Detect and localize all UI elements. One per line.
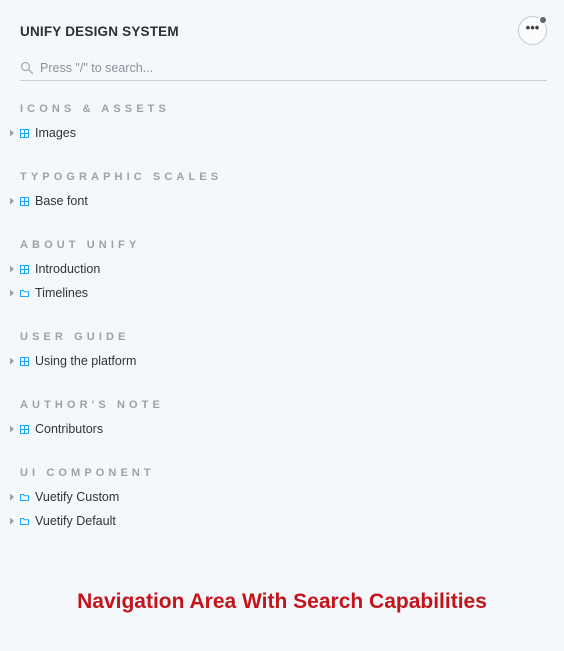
sidebar-item-label: Contributors [35, 422, 104, 436]
search-input[interactable] [40, 60, 520, 75]
sidebar-item-contributors[interactable]: Contributors [0, 419, 300, 439]
sidebar-item-vuetify-default[interactable]: Vuetify Default [0, 511, 300, 531]
sidebar-item-images[interactable]: Images [0, 123, 300, 143]
caret-right-icon[interactable] [9, 517, 15, 525]
notification-dot [539, 16, 547, 24]
section-title: ICONS & ASSETS [20, 103, 170, 115]
sidebar-item-label: Base font [35, 194, 88, 208]
section-title: ABOUT UNIFY [20, 239, 141, 251]
folder-icon [20, 517, 29, 525]
caption: Navigation Area With Search Capabilities [77, 590, 487, 613]
sidebar-item-label: Using the platform [35, 354, 137, 368]
grid-icon [20, 196, 29, 206]
caret-right-icon[interactable] [9, 197, 15, 205]
caret-right-icon[interactable] [9, 129, 15, 137]
grid-icon [20, 424, 29, 434]
app-title: UNIFY DESIGN SYSTEM [20, 24, 179, 39]
caret-right-icon[interactable] [9, 265, 15, 273]
sidebar-item-vuetify-custom[interactable]: Vuetify Custom [0, 487, 300, 507]
caret-right-icon[interactable] [9, 493, 15, 501]
section-title: USER GUIDE [20, 331, 130, 343]
sidebar-item-label: Timelines [35, 286, 89, 300]
sidebar-item-introduction[interactable]: Introduction [0, 259, 300, 279]
folder-icon [20, 289, 29, 297]
sidebar-item-label: Vuetify Custom [35, 490, 120, 504]
sidebar-item-timelines[interactable]: Timelines [0, 283, 300, 303]
caret-right-icon[interactable] [9, 357, 15, 365]
grid-icon [20, 356, 29, 366]
header: UNIFY DESIGN SYSTEM ••• [20, 16, 547, 45]
search-bar[interactable] [20, 60, 547, 81]
navigation-panel: UNIFY DESIGN SYSTEM ••• ICONS & ASSETS I… [0, 0, 564, 651]
section-title: AUTHOR'S NOTE [20, 399, 164, 411]
caret-right-icon[interactable] [9, 289, 15, 297]
search-icon [20, 61, 34, 75]
sidebar-item-label: Vuetify Default [35, 514, 116, 528]
sidebar-item-label: Introduction [35, 262, 101, 276]
more-horizontal-icon: ••• [525, 20, 540, 35]
grid-icon [20, 128, 29, 138]
sidebar-item-using-the-platform[interactable]: Using the platform [0, 351, 300, 371]
caret-right-icon[interactable] [9, 425, 15, 433]
section-title: UI COMPONENT [20, 467, 155, 479]
section-title: TYPOGRAPHIC SCALES [20, 171, 223, 183]
more-menu-button[interactable]: ••• [518, 16, 547, 45]
sidebar-item-label: Images [35, 126, 76, 140]
folder-icon [20, 493, 29, 501]
sidebar-item-base-font[interactable]: Base font [0, 191, 300, 211]
grid-icon [20, 264, 29, 274]
